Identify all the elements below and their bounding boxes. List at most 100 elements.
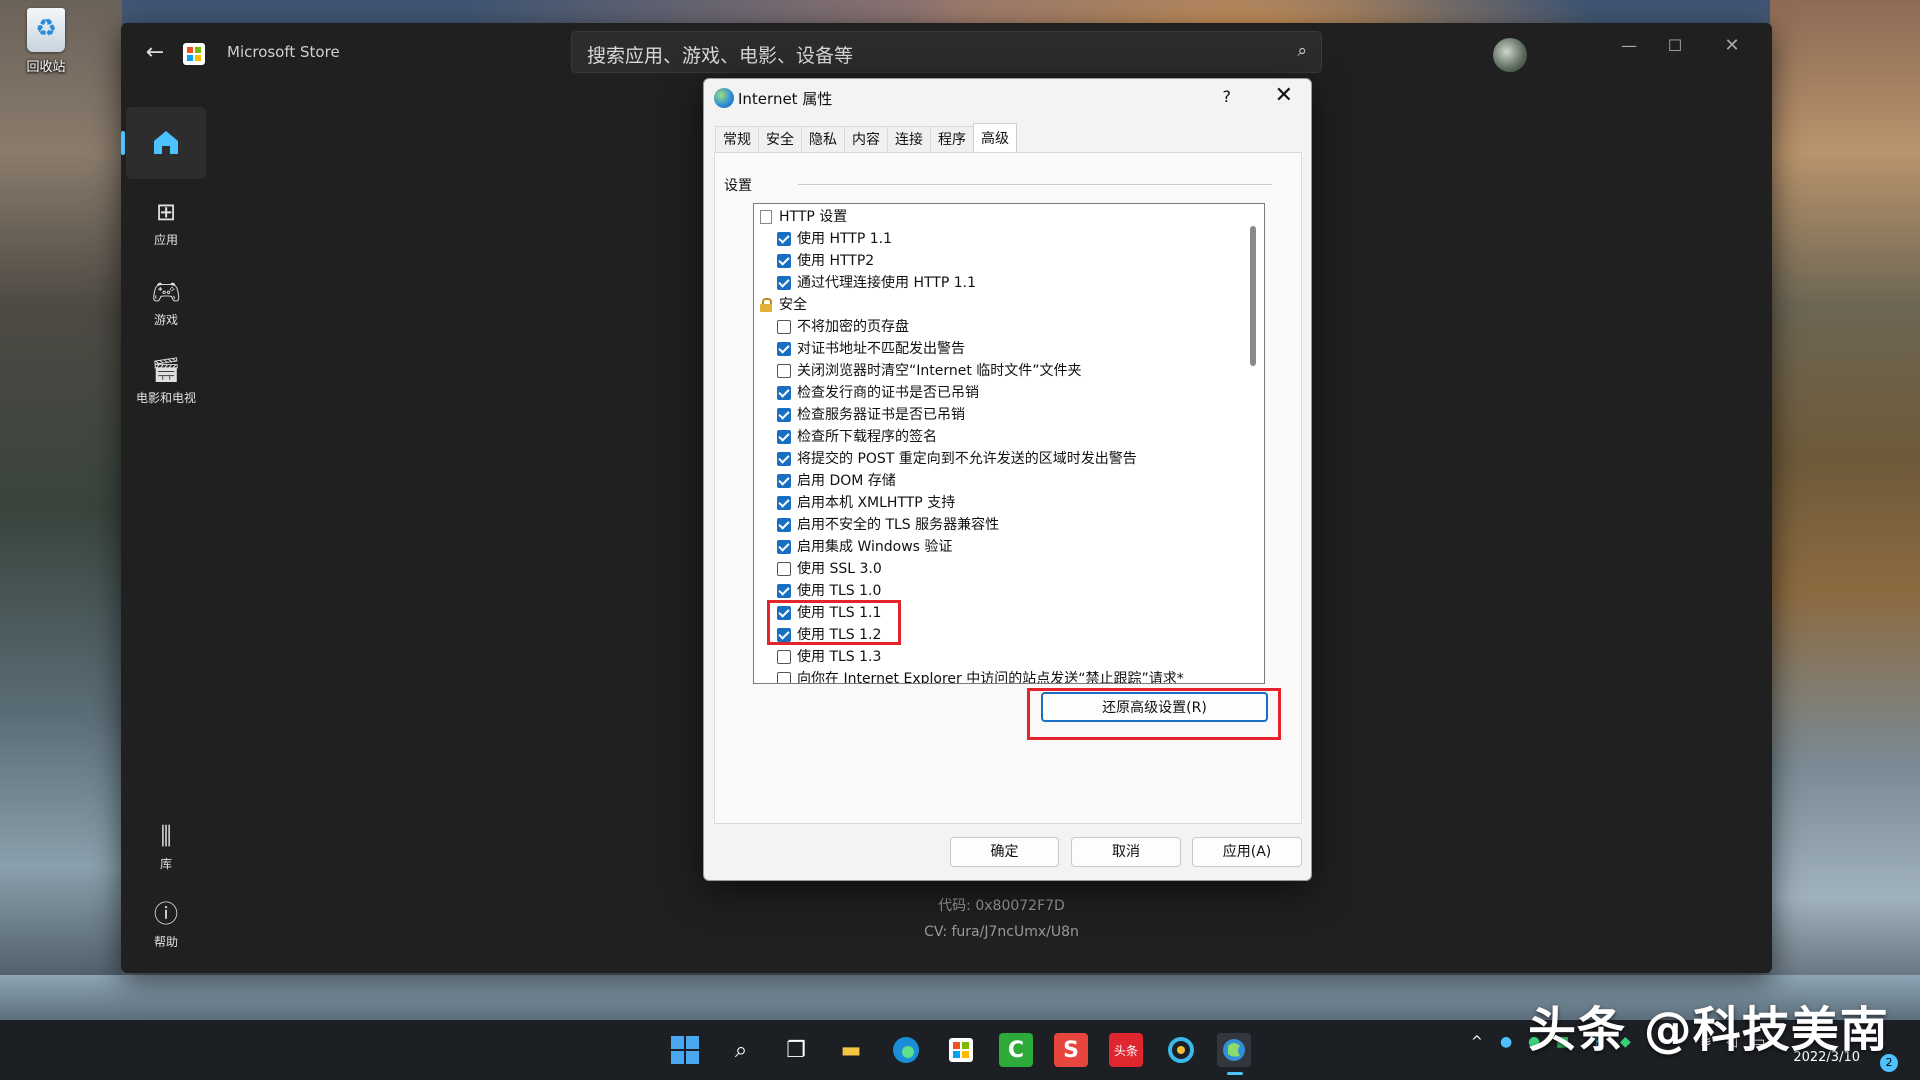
toutiao-icon[interactable]: 头条 — [1109, 1033, 1143, 1067]
lock-icon — [760, 298, 772, 312]
store-icon[interactable] — [944, 1033, 978, 1067]
settings-scrollbar[interactable] — [1250, 226, 1256, 366]
browser-icon[interactable] — [1164, 1033, 1198, 1067]
nav-library[interactable]: ⫼ 库 — [126, 821, 206, 872]
recycle-bin-shortcut[interactable]: 回收站 — [18, 8, 74, 75]
tab-general[interactable]: 常规 — [715, 126, 759, 152]
tray-app-icon[interactable]: ● — [1500, 1034, 1512, 1050]
help-button[interactable]: ? — [1223, 87, 1232, 106]
error-code: 代码: 0x80072F7D — [938, 898, 1065, 914]
checkbox[interactable] — [777, 386, 791, 400]
tab-content[interactable]: 内容 — [844, 126, 888, 152]
tab-connections[interactable]: 连接 — [887, 126, 931, 152]
nav-movies-label: 电影和电视 — [135, 391, 196, 405]
start-icon — [671, 1036, 699, 1064]
apps-icon: ⊞ — [155, 198, 177, 226]
nav-games-label: 游戏 — [153, 313, 178, 327]
dialog-title: Internet 属性 — [738, 90, 833, 108]
page-icon — [760, 210, 772, 224]
setting-label: 使用 TLS 1.3 — [797, 649, 882, 665]
tab-programs[interactable]: 程序 — [930, 126, 974, 152]
setting-label: 使用 TLS 1.0 — [797, 583, 882, 599]
checkbox[interactable] — [777, 540, 791, 554]
search-placeholder: 搜索应用、游戏、电影、设备等 — [587, 45, 854, 67]
setting-label: 关闭浏览器时清空“Internet 临时文件”文件夹 — [797, 363, 1082, 379]
checkbox[interactable] — [777, 672, 791, 683]
toutiao-label: 头条 — [1113, 1043, 1138, 1058]
setting-label: 安全 — [779, 297, 807, 313]
setting-label: 向你在 Internet Explorer 中访问的站点发送“禁止跟踪”请求* — [797, 671, 1184, 684]
library-icon: ⫼ — [160, 822, 172, 850]
setting-label: 使用 SSL 3.0 — [797, 561, 882, 577]
show-hidden-icons[interactable]: ^ — [1471, 1034, 1483, 1050]
tab-advanced[interactable]: 高级 — [973, 123, 1017, 152]
setting-label: 检查所下载程序的签名 — [797, 429, 937, 445]
wps-icon[interactable]: S — [1054, 1033, 1088, 1067]
close-button[interactable]: ✕ — [1709, 31, 1755, 61]
dialog-close-button[interactable]: ✕ — [1275, 83, 1293, 108]
search-icon[interactable]: ⌕ — [1297, 41, 1307, 61]
camtasia-icon[interactable]: C — [999, 1033, 1033, 1067]
gamepad-icon: 🎮︎ — [150, 278, 182, 306]
search-icon[interactable]: ⌕ — [724, 1033, 758, 1067]
settings-group-label: 设置 — [724, 178, 752, 194]
highlight-restore-box — [1027, 688, 1281, 740]
checkbox[interactable] — [777, 430, 791, 444]
maximize-button[interactable]: ☐ — [1652, 31, 1698, 61]
setting-label: 检查发行商的证书是否已吊销 — [797, 385, 979, 401]
store-search-box[interactable]: 搜索应用、游戏、电影、设备等 ⌕ — [571, 31, 1322, 73]
checkbox[interactable] — [777, 452, 791, 466]
edge-icon[interactable] — [889, 1033, 923, 1067]
file-explorer-icon[interactable]: ▬ — [834, 1033, 868, 1067]
internet-options-icon[interactable] — [1217, 1033, 1251, 1075]
store-nav-rail: ⊞ 应用 🎮︎ 游戏 🎬︎ 电影和电视 ⫼ 库 ⓘ 帮助 — [121, 83, 207, 973]
checkbox[interactable] — [777, 584, 791, 598]
wallpaper-right-edge — [1770, 0, 1920, 1020]
back-button[interactable]: ← — [141, 39, 169, 67]
nav-apps[interactable]: ⊞ 应用 — [126, 197, 206, 248]
store-logo-icon — [183, 43, 205, 65]
checkbox[interactable] — [777, 650, 791, 664]
checkbox[interactable] — [777, 342, 791, 356]
setting-label: 启用集成 Windows 验证 — [797, 539, 953, 555]
apply-button[interactable]: 应用(A) — [1192, 837, 1302, 867]
ok-button[interactable]: 确定 — [950, 837, 1059, 867]
setting-label: HTTP 设置 — [779, 209, 848, 225]
store-titlebar: ← Microsoft Store 搜索应用、游戏、电影、设备等 ⌕ — ☐ ✕ — [121, 23, 1772, 83]
checkbox[interactable] — [777, 232, 791, 246]
setting-label: 不将加密的页存盘 — [797, 319, 909, 335]
wallpaper-left-edge — [0, 0, 122, 1020]
task-view-icon[interactable]: ❐ — [779, 1033, 813, 1067]
cancel-button[interactable]: 取消 — [1071, 837, 1181, 867]
nav-games[interactable]: 🎮︎ 游戏 — [126, 277, 206, 328]
checkbox[interactable] — [777, 408, 791, 422]
checkbox[interactable] — [777, 496, 791, 510]
checkbox[interactable] — [777, 364, 791, 378]
watermark-text: 头条 @科技美南 — [1528, 1002, 1889, 1058]
setting-label: 检查服务器证书是否已吊销 — [797, 407, 965, 423]
checkbox[interactable] — [777, 276, 791, 290]
setting-label: 启用本机 XMLHTTP 支持 — [797, 495, 956, 511]
user-avatar[interactable] — [1493, 38, 1527, 72]
dialog-tabs: 常规 安全 隐私 内容 连接 程序 高级 — [715, 123, 1017, 152]
nav-home[interactable] — [121, 107, 206, 179]
checkbox[interactable] — [777, 562, 791, 576]
tab-security[interactable]: 安全 — [758, 126, 802, 152]
setting-label: 启用不安全的 TLS 服务器兼容性 — [797, 517, 1000, 533]
group-divider — [798, 184, 1272, 185]
highlight-tls-box — [767, 600, 901, 645]
setting-label: 将提交的 POST 重定向到不允许发送的区域时发出警告 — [797, 451, 1137, 467]
start-button[interactable] — [668, 1033, 702, 1067]
nav-apps-label: 应用 — [153, 233, 178, 247]
minimize-button[interactable]: — — [1606, 31, 1652, 61]
checkbox[interactable] — [777, 518, 791, 532]
cv-text: CV: fura/J7ncUmx/U8n — [924, 924, 1079, 940]
setting-label: 对证书地址不匹配发出警告 — [797, 341, 965, 357]
recycle-bin-label: 回收站 — [26, 60, 66, 75]
checkbox[interactable] — [777, 254, 791, 268]
tab-privacy[interactable]: 隐私 — [801, 126, 845, 152]
checkbox[interactable] — [777, 474, 791, 488]
checkbox[interactable] — [777, 320, 791, 334]
recycle-bin-icon — [27, 8, 65, 52]
nav-movies[interactable]: 🎬︎ 电影和电视 — [126, 355, 206, 406]
